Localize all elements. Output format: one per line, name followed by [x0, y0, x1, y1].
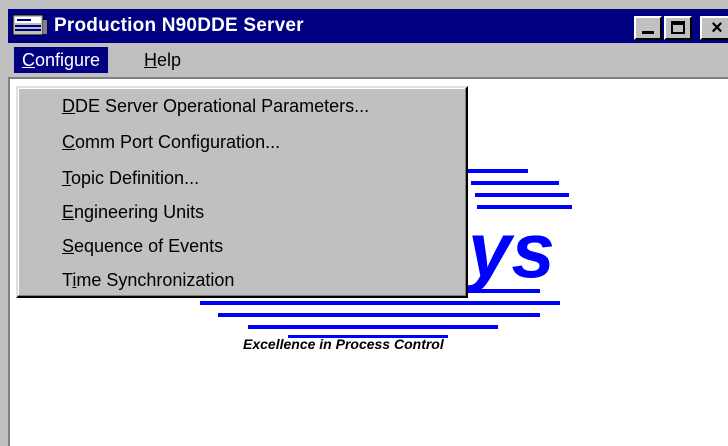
maximize-button[interactable] — [664, 16, 692, 40]
logo-tagline: Excellence in Process Control — [243, 336, 444, 352]
logo-lettering: ys — [464, 206, 555, 294]
menu-item-dde-server-parameters[interactable]: DDE Server Operational Parameters... — [62, 90, 369, 122]
menu-item-accelerator: C — [62, 132, 75, 152]
menu-item-time-synchronization[interactable]: Time Synchronization — [62, 264, 234, 296]
maximize-icon — [671, 21, 685, 34]
app-icon[interactable] — [12, 14, 48, 38]
minimize-button[interactable] — [634, 16, 662, 40]
menu-item-accelerator: S — [62, 236, 75, 256]
menu-item-sequence-of-events[interactable]: Sequence of Events — [62, 230, 223, 262]
menu-item-comm-port-configuration[interactable]: Comm Port Configuration... — [62, 126, 280, 158]
menu-item-accelerator: T — [62, 168, 71, 188]
menu-item-text-post: opic Definition... — [71, 168, 200, 188]
menu-item-text-post: me Synchronization — [76, 270, 235, 290]
close-icon: × — [711, 17, 723, 39]
application-window: Production N90DDE Server × Configure Hel… — [0, 0, 728, 446]
menu-item-text-post: DE Server Operational Parameters... — [75, 96, 370, 116]
menu-help[interactable]: Help — [136, 47, 189, 73]
menu-item-text-post: equence of Events — [74, 236, 224, 256]
window-title: Production N90DDE Server — [54, 15, 304, 36]
menu-item-accelerator: E — [62, 202, 75, 222]
minimize-icon — [642, 31, 654, 34]
menu-item-engineering-units[interactable]: Engineering Units — [62, 196, 204, 228]
menu-item-text-post: ngineering Units — [74, 202, 205, 222]
menu-configure-label: onfigure — [35, 50, 101, 70]
menu-item-text-pre: T — [62, 270, 73, 290]
menu-bar: Configure Help — [8, 45, 728, 75]
menu-configure-accelerator: C — [22, 50, 35, 70]
menu-item-topic-definition[interactable]: Topic Definition... — [62, 162, 199, 194]
close-button[interactable]: × — [700, 16, 728, 40]
title-bar[interactable]: Production N90DDE Server × — [8, 9, 728, 43]
configure-dropdown-menu: DDE Server Operational Parameters... Com… — [16, 86, 468, 298]
menu-configure[interactable]: Configure — [14, 47, 109, 73]
menu-help-accelerator: H — [144, 50, 157, 70]
menu-item-accelerator: D — [62, 96, 75, 116]
menu-help-label: elp — [157, 50, 182, 70]
menu-item-text-post: omm Port Configuration... — [75, 132, 281, 152]
